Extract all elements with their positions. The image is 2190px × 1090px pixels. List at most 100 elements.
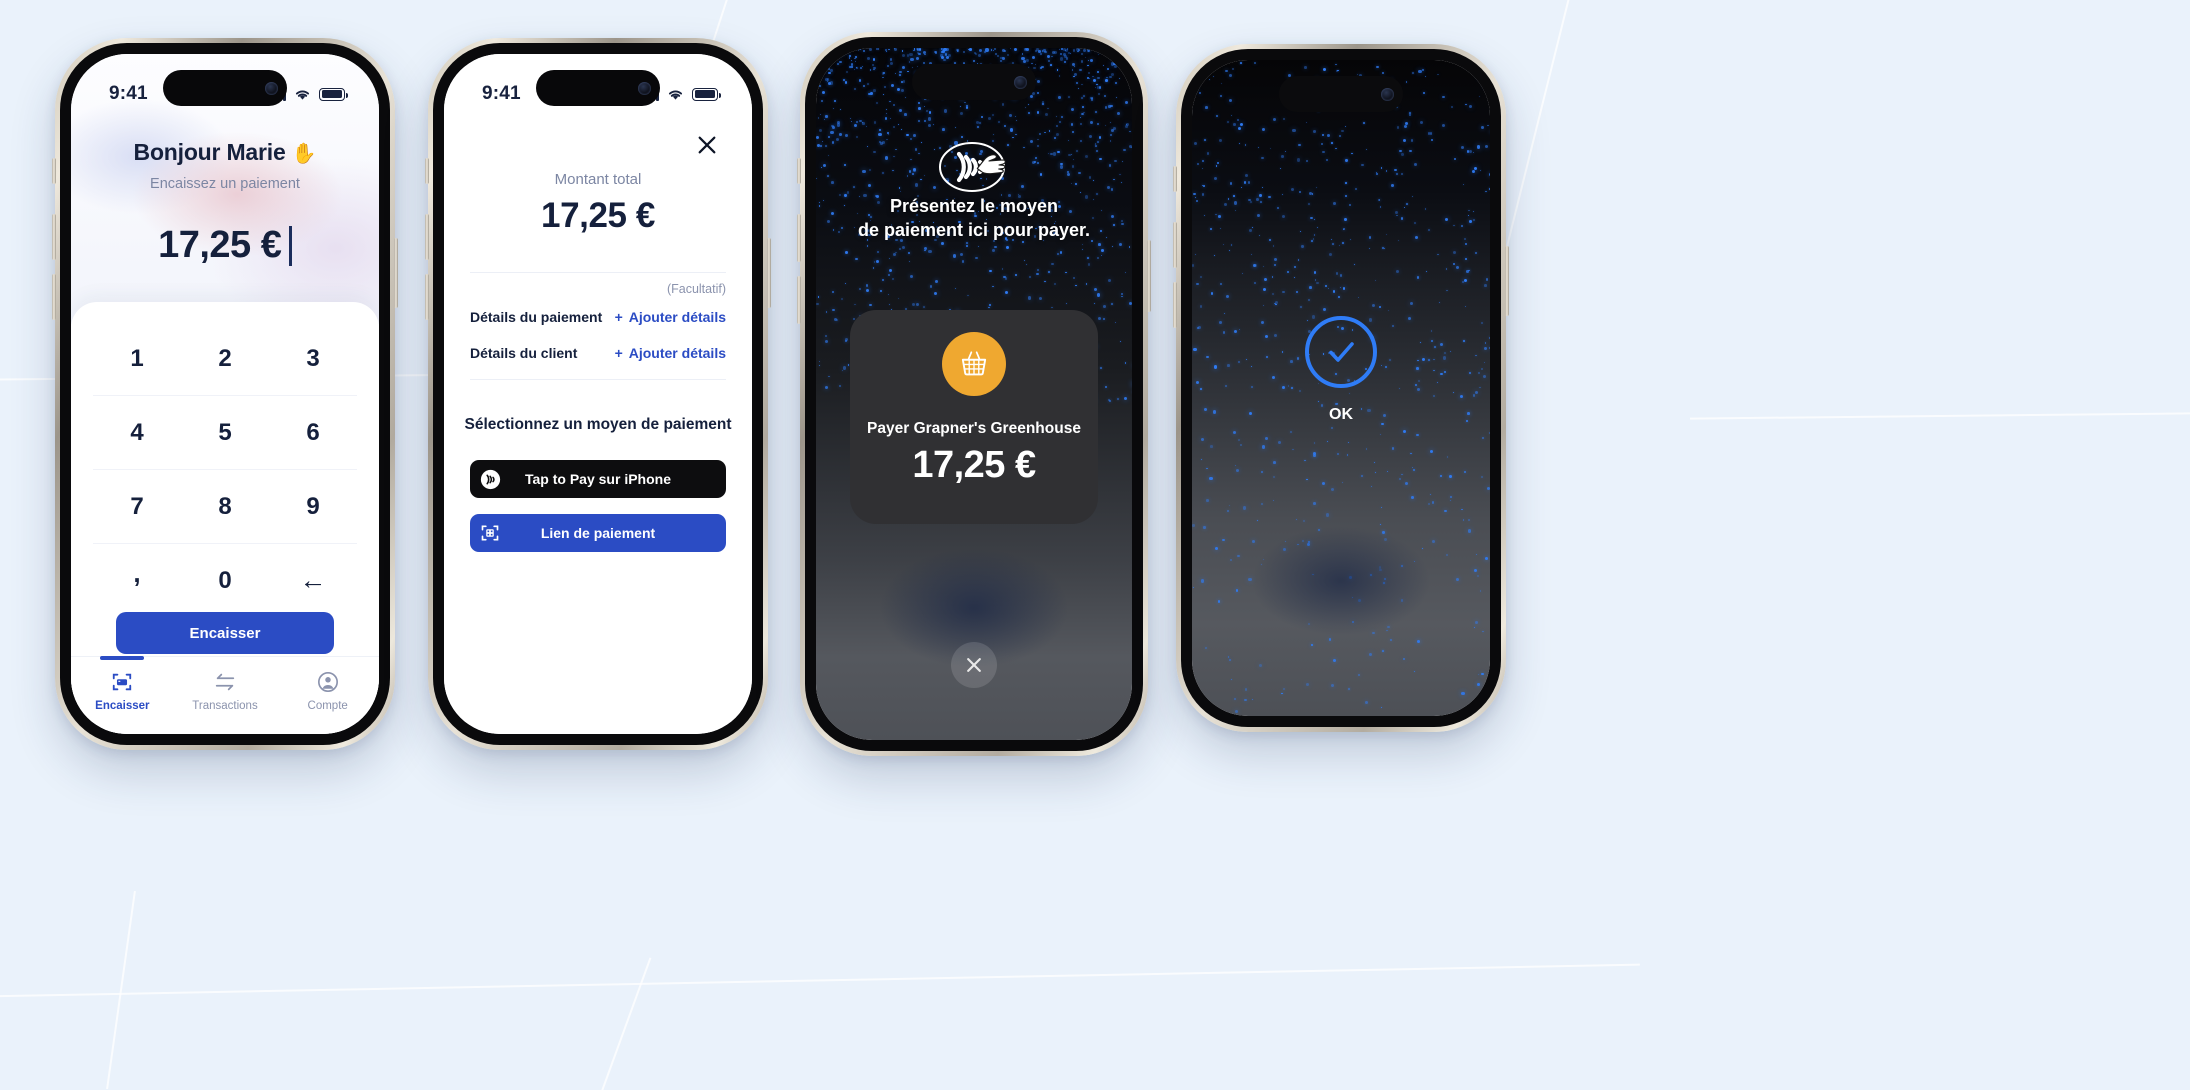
- phone2-volume-up[interactable]: [425, 214, 429, 260]
- qr-scan-icon: [470, 523, 510, 543]
- dynamic-island: [536, 70, 660, 106]
- payment-link-button[interactable]: Lien de paiement: [470, 514, 726, 552]
- tab-compte[interactable]: Compte: [276, 671, 379, 734]
- front-camera-icon: [1014, 75, 1027, 89]
- add-payment-details-button[interactable]: + Ajouter détails: [615, 309, 726, 325]
- keypad-key-8[interactable]: 8: [181, 470, 269, 543]
- keypad-row: 7 8 9: [93, 470, 357, 544]
- phone1-screen: 9:41 Bonjour Marie ✋ Encaissez un paieme…: [71, 54, 379, 734]
- dynamic-island: [163, 70, 287, 106]
- add-client-details-label: Ajouter détails: [628, 345, 726, 361]
- keypad-backspace-icon[interactable]: ←: [269, 544, 357, 617]
- wifi-icon: [295, 90, 310, 100]
- keypad-key-9[interactable]: 9: [269, 470, 357, 543]
- phone1-volume-down[interactable]: [52, 274, 56, 320]
- divider: [470, 379, 726, 380]
- add-payment-details-label: Ajouter détails: [628, 309, 726, 325]
- instruction-line-2: de paiement ici pour payer.: [857, 220, 1091, 241]
- phone-1-keypad: 9:41 Bonjour Marie ✋ Encaissez un paieme…: [52, 38, 398, 750]
- wave-hand-icon: ✋: [291, 143, 317, 165]
- battery-icon: [319, 87, 349, 101]
- phone-3-tap-to-pay: Présentez le moyen de paiement ici pour …: [797, 32, 1151, 756]
- add-client-details-button[interactable]: + Ajouter détails: [615, 345, 726, 361]
- phone1-volume-up[interactable]: [52, 214, 56, 260]
- plus-icon: +: [614, 345, 623, 361]
- tab-transactions[interactable]: Transactions: [174, 671, 277, 734]
- front-camera-icon: [638, 81, 651, 95]
- phone2-screen: 9:41 Montant total 17,25 € (Facultatif) …: [444, 54, 752, 734]
- cancel-payment-button[interactable]: [951, 642, 997, 688]
- contactless-tap-hand-icon: [939, 142, 1006, 192]
- instruction-line-1: Présentez le moyen: [889, 196, 1059, 216]
- contactless-nfc-icon: [470, 469, 510, 490]
- success-indicator: OK: [1192, 316, 1490, 424]
- tab-label: Encaisser: [95, 700, 150, 712]
- phone-4-success: OK: [1173, 44, 1509, 732]
- phone1-silent-switch[interactable]: [52, 158, 56, 184]
- dynamic-island: [1279, 76, 1403, 112]
- keypad-key-2[interactable]: 2: [181, 322, 269, 395]
- phone4-silent-switch[interactable]: [1173, 166, 1177, 192]
- tab-label: Compte: [307, 700, 348, 712]
- keypad-key-7[interactable]: 7: [93, 470, 181, 543]
- phone3-volume-up[interactable]: [797, 214, 801, 262]
- greeting-subtitle: Encaissez un paiement: [150, 176, 300, 192]
- tab-encaisser[interactable]: Encaisser: [71, 671, 174, 734]
- phone4-screen: OK: [1192, 60, 1490, 716]
- keypad-key-comma[interactable]: ,: [93, 544, 181, 617]
- encaisser-button[interactable]: Encaisser: [116, 612, 334, 654]
- tab-label: Transactions: [192, 700, 258, 712]
- shopping-basket-icon: [961, 351, 987, 376]
- phone2-power-button[interactable]: [767, 238, 771, 308]
- phone3-screen: Présentez le moyen de paiement ici pour …: [816, 48, 1132, 740]
- status-time: 9:41: [482, 83, 521, 104]
- close-button[interactable]: [692, 130, 722, 160]
- keypad-row: , 0 ←: [93, 544, 357, 617]
- phone1-power-button[interactable]: [394, 238, 398, 308]
- phone4-power-button[interactable]: [1505, 246, 1509, 316]
- keypad-key-1[interactable]: 1: [93, 322, 181, 395]
- phone3-power-button[interactable]: [1147, 240, 1151, 312]
- plus-icon: +: [614, 309, 623, 325]
- text-caret: [289, 225, 292, 266]
- phone4-volume-down[interactable]: [1173, 282, 1177, 328]
- phone2-volume-down[interactable]: [425, 274, 429, 320]
- amount-input-display[interactable]: 17,25 €: [71, 224, 379, 267]
- client-details-label: Détails du client: [470, 345, 578, 361]
- front-camera-icon: [1381, 87, 1394, 101]
- keypad-key-4[interactable]: 4: [93, 396, 181, 469]
- tap-to-pay-label: Tap to Pay sur iPhone: [525, 471, 671, 487]
- client-details-row: Détails du client + Ajouter détails: [470, 345, 726, 361]
- merchant-payment-card: Payer Grapner's Greenhouse 17,25 €: [850, 310, 1098, 524]
- close-x-icon: [698, 136, 716, 154]
- merchant-avatar: [942, 332, 1006, 396]
- keypad-key-0[interactable]: 0: [181, 544, 269, 617]
- phone-2-payment-method: 9:41 Montant total 17,25 € (Facultatif) …: [425, 38, 771, 750]
- divider: [470, 272, 726, 273]
- tap-instruction: Présentez le moyen de paiement ici pour …: [816, 194, 1132, 243]
- greeting-text: Bonjour Marie: [133, 139, 286, 165]
- bottom-glow: [1251, 526, 1431, 636]
- front-camera-icon: [265, 81, 278, 95]
- keypad-row: 4 5 6: [93, 396, 357, 470]
- keypad-key-6[interactable]: 6: [269, 396, 357, 469]
- close-x-circle-icon: [967, 658, 981, 672]
- phone3-volume-down[interactable]: [797, 276, 801, 324]
- select-payment-method-title: Sélectionnez un moyen de paiement: [464, 416, 732, 433]
- keypad-key-3[interactable]: 3: [269, 322, 357, 395]
- phone2-silent-switch[interactable]: [425, 158, 429, 184]
- wifi-icon: [668, 90, 683, 100]
- merchant-name: Payer Grapner's Greenhouse: [867, 420, 1081, 437]
- transfer-arrows-icon: [215, 673, 235, 691]
- payment-details-label: Détails du paiement: [470, 309, 603, 325]
- phone4-volume-up[interactable]: [1173, 222, 1177, 268]
- bottom-tab-bar: Encaisser Transactions Compte: [71, 656, 379, 734]
- total-amount-value: 17,25 €: [541, 196, 655, 235]
- check-circle-icon: [1305, 316, 1377, 388]
- battery-icon: [692, 87, 722, 101]
- phone3-silent-switch[interactable]: [797, 158, 801, 184]
- keypad-key-5[interactable]: 5: [181, 396, 269, 469]
- amount-value: 17,25 €: [158, 224, 282, 266]
- greeting-title: Bonjour Marie ✋: [71, 139, 379, 166]
- tap-to-pay-button[interactable]: Tap to Pay sur iPhone: [470, 460, 726, 498]
